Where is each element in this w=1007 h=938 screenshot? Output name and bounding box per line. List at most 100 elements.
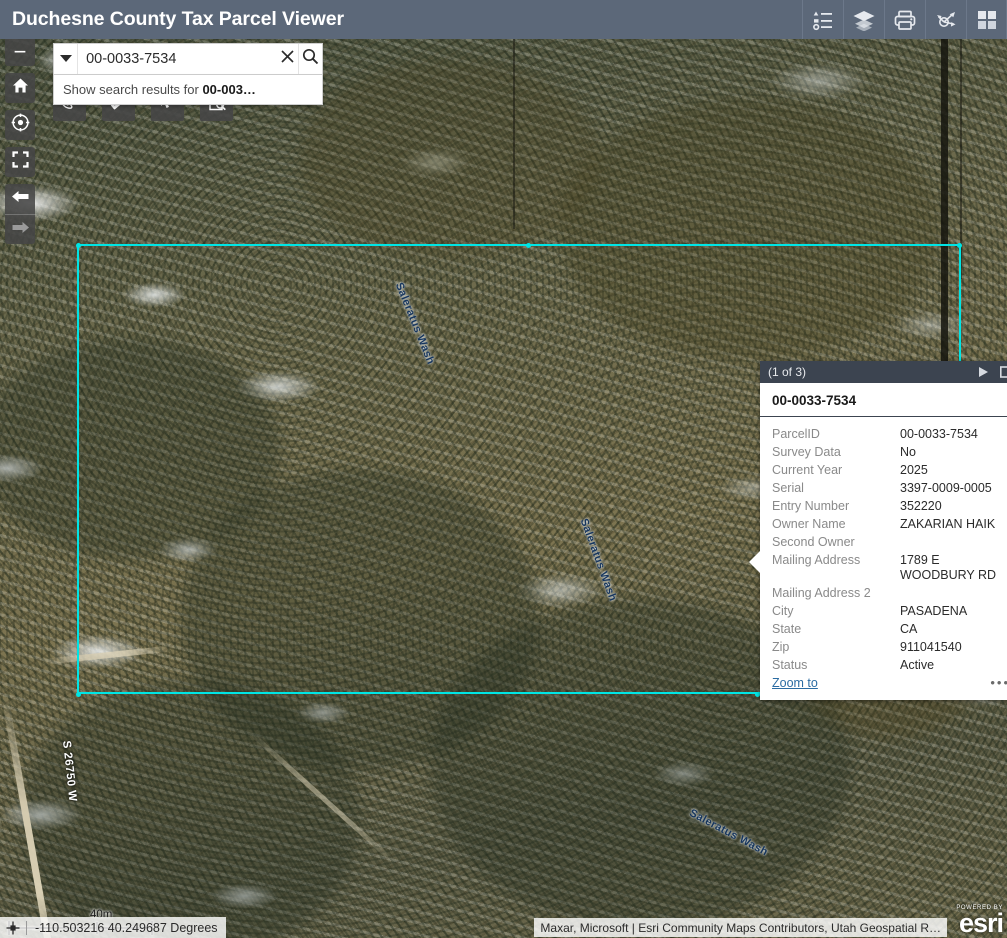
popup-field-label: Zip bbox=[772, 639, 790, 654]
imagery-seam bbox=[513, 39, 515, 229]
feature-popup: (1 of 3) 00-0033-7534 ParcelID 00-0033-75… bbox=[749, 361, 1007, 700]
popup-field-label: Current Year bbox=[772, 462, 843, 477]
map-attribution: Maxar, Microsoft | Esri Community Maps C… bbox=[534, 918, 947, 937]
locate-button[interactable] bbox=[5, 110, 35, 140]
search-widget: Show search results for 00-003… bbox=[53, 43, 323, 105]
popup-field-value: 00-0033-7534 bbox=[900, 426, 978, 441]
clear-search-button[interactable] bbox=[277, 44, 298, 74]
expand-corners-icon bbox=[11, 151, 29, 173]
measurement-button[interactable] bbox=[925, 0, 966, 39]
basemap-grid-icon bbox=[976, 9, 998, 31]
popup-field-row: Zip 911041540 bbox=[760, 638, 1007, 656]
search-input[interactable] bbox=[78, 44, 278, 74]
zoom-to-link[interactable]: Zoom to bbox=[772, 676, 818, 690]
popup-body: 00-0033-7534 ParcelID 00-0033-7534 Survey … bbox=[749, 383, 1007, 700]
popup-title: 00-0033-7534 bbox=[760, 383, 1007, 417]
popup-field-value bbox=[900, 535, 1007, 550]
popup-field-label: State bbox=[772, 621, 802, 636]
full-extent-button[interactable] bbox=[5, 147, 35, 177]
home-icon bbox=[12, 77, 29, 99]
search-suggestion-prefix: Show search results for bbox=[63, 82, 203, 97]
legend-icon bbox=[812, 9, 834, 31]
layers-icon bbox=[852, 9, 876, 31]
popup-field-value: No bbox=[900, 444, 916, 459]
legend-button[interactable] bbox=[802, 0, 843, 39]
popup-field-row: City PASADENA bbox=[760, 602, 1007, 620]
popup-field-label: Serial bbox=[772, 480, 804, 495]
popup-field-value: 3397-0009-0005 bbox=[900, 480, 992, 495]
terrain-shade bbox=[560, 99, 940, 359]
close-icon bbox=[280, 49, 295, 69]
popup-field-row: Status Active bbox=[760, 656, 1007, 674]
popup-field-label: Mailing Address bbox=[772, 552, 861, 567]
popup-field-value bbox=[900, 586, 1007, 601]
popup-header: (1 of 3) bbox=[760, 361, 1007, 383]
popup-field-row: ParcelID 00-0033-7534 bbox=[760, 425, 1007, 443]
popup-field-label: Mailing Address 2 bbox=[772, 585, 871, 600]
tax-parcel-viewer-app: Saleratus Wash Saleratus Wash Saleratus Wa… bbox=[0, 0, 1007, 938]
imagery-seam bbox=[960, 39, 962, 279]
search-submit-button[interactable] bbox=[297, 44, 322, 74]
arrow-right-icon bbox=[11, 219, 30, 241]
popup-field-label: City bbox=[772, 603, 794, 618]
popup-field-value: ZAKARIAN HAIK bbox=[900, 516, 996, 531]
popup-feature-counter: (1 of 3) bbox=[768, 365, 807, 379]
esri-wordmark: esri bbox=[958, 908, 1004, 938]
popup-field-value: 2025 bbox=[900, 462, 928, 477]
popup-field-value: 352220 bbox=[900, 498, 942, 513]
arrow-left-icon bbox=[11, 188, 30, 210]
search-suggestion-term: 00-003… bbox=[202, 82, 256, 97]
popup-footer: Zoom to ••• bbox=[760, 674, 1007, 696]
full-extent-control bbox=[5, 147, 35, 177]
search-source-dropdown[interactable] bbox=[54, 44, 79, 74]
print-icon bbox=[893, 9, 917, 31]
popup-field-value: 911041540 bbox=[900, 639, 962, 654]
header-tool-bar bbox=[802, 0, 1007, 39]
home-control bbox=[5, 73, 35, 103]
popup-field-row: Mailing Address 1789 E WOODBURY RD bbox=[760, 551, 1007, 584]
coordinate-bar: -110.503216 40.249687 Degrees bbox=[0, 917, 226, 938]
search-bar bbox=[53, 43, 323, 75]
home-button[interactable] bbox=[5, 73, 35, 103]
extent-history-controls bbox=[5, 184, 35, 244]
locate-crosshair-icon bbox=[11, 113, 30, 137]
popup-field-value: 1789 E WOODBURY RD bbox=[900, 552, 997, 582]
popup-next-feature-button[interactable] bbox=[977, 366, 990, 378]
locate-control bbox=[5, 110, 35, 140]
minus-icon: − bbox=[13, 38, 27, 64]
map-navigation-toolbar: + − bbox=[5, 6, 35, 251]
popup-field-value: Active bbox=[900, 657, 935, 672]
page-title: Duchesne County Tax Parcel Viewer bbox=[12, 8, 344, 30]
popup-more-options-button[interactable]: ••• bbox=[990, 676, 1007, 689]
layer-list-button[interactable] bbox=[843, 0, 884, 39]
popup-field-label: Owner Name bbox=[772, 516, 846, 531]
popup-field-value: CA bbox=[900, 621, 918, 636]
esri-logo: POWERED BY esri bbox=[956, 905, 1004, 938]
chevron-down-icon bbox=[59, 50, 73, 68]
popup-field-row: Second Owner bbox=[760, 533, 1007, 551]
next-extent-button[interactable] bbox=[5, 214, 35, 244]
coordinate-readout: -110.503216 40.249687 Degrees bbox=[26, 920, 218, 935]
popup-field-row: State CA bbox=[760, 620, 1007, 638]
popup-field-row: Mailing Address 2 bbox=[760, 584, 1007, 602]
basemap-gallery-button[interactable] bbox=[966, 0, 1007, 39]
popup-field-label: Second Owner bbox=[772, 534, 855, 549]
search-icon bbox=[302, 48, 319, 70]
popup-pointer bbox=[749, 551, 760, 573]
print-button[interactable] bbox=[884, 0, 925, 39]
popup-field-label: Entry Number bbox=[772, 498, 850, 513]
popup-attribute-table: ParcelID 00-0033-7534 Survey Data No Current… bbox=[760, 417, 1007, 674]
popup-field-value: PASADENA bbox=[900, 603, 968, 618]
search-suggestion-item[interactable]: Show search results for 00-003… bbox=[53, 75, 323, 105]
popup-field-row: Serial 3397-0009-0005 bbox=[760, 479, 1007, 497]
previous-extent-button[interactable] bbox=[5, 184, 35, 214]
zoom-out-button[interactable]: − bbox=[5, 36, 35, 66]
popup-field-row: Owner Name ZAKARIAN HAIK bbox=[760, 515, 1007, 533]
popup-field-row: Survey Data No bbox=[760, 443, 1007, 461]
popup-field-row: Current Year 2025 bbox=[760, 461, 1007, 479]
popup-field-row: Entry Number 352220 bbox=[760, 497, 1007, 515]
popup-header-actions bbox=[977, 366, 1007, 378]
terrain-shade bbox=[300, 59, 600, 259]
popup-maximize-button[interactable] bbox=[1000, 366, 1007, 378]
crosshair-icon[interactable] bbox=[0, 920, 26, 936]
